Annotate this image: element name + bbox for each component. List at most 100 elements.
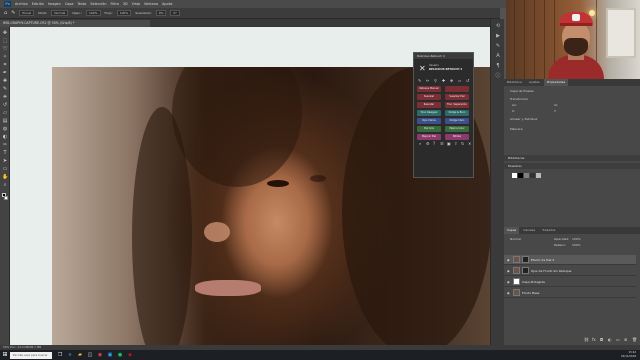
layer-mask-thumbnail[interactable] xyxy=(522,267,529,274)
plugin-button-14[interactable]: Nitidez xyxy=(445,134,469,140)
brush-preset-picker[interactable]: Pincel xyxy=(19,10,35,16)
stamp-icon[interactable]: ⎈ xyxy=(450,78,453,83)
delete-layer-icon[interactable]: 🗑 xyxy=(632,337,637,342)
taskbar-clock[interactable]: 15:42 02/11/2018 xyxy=(621,351,636,358)
quick-select-tool-icon[interactable]: ✧ xyxy=(2,54,8,60)
plugin-button-10[interactable]: Dodge Claro xyxy=(445,118,469,124)
actions-panel-icon[interactable]: ▶ xyxy=(494,33,502,40)
smoothing-input[interactable]: 0% xyxy=(155,10,167,16)
dodge-tool-icon[interactable]: ◐ xyxy=(2,134,8,140)
pen-tool-icon[interactable]: ✑ xyxy=(2,142,8,148)
tab-properties[interactable]: Propiedades xyxy=(543,79,569,86)
menu-window[interactable]: Ventana xyxy=(144,2,158,6)
flow-input[interactable]: 100% xyxy=(116,10,132,16)
link-layers-icon[interactable]: ⛓ xyxy=(584,337,589,342)
photoshop-taskbar-icon[interactable]: ▣ xyxy=(105,350,115,360)
eraser-icon[interactable]: ▱ xyxy=(458,78,461,83)
move-tool-icon[interactable]: ✥ xyxy=(2,30,8,36)
menu-select[interactable]: Selección xyxy=(90,2,106,6)
swatches-header[interactable]: Muestras xyxy=(504,163,640,169)
visibility-eye-icon[interactable]: ◉ xyxy=(507,269,511,273)
help-icon[interactable]: ? xyxy=(433,141,435,146)
layer-opacity-input[interactable]: 100% xyxy=(572,237,581,241)
history-panel-icon[interactable]: ⟲ xyxy=(494,23,502,30)
plugin-button-3[interactable]: Suavizar xyxy=(417,94,441,100)
swatch-white[interactable] xyxy=(512,173,517,178)
close-icon[interactable]: ✕ xyxy=(468,141,471,146)
menu-edit[interactable]: Edición xyxy=(32,2,44,6)
pencil-icon[interactable]: ✏ xyxy=(426,78,429,83)
file-explorer-icon[interactable]: ▰ xyxy=(75,350,85,360)
plugin-button-7[interactable]: Tono Desigual xyxy=(417,110,441,116)
path-select-tool-icon[interactable]: ➤ xyxy=(2,158,8,164)
layer-fill-input[interactable]: 100% xyxy=(572,243,581,247)
reset-icon[interactable]: ↻ xyxy=(461,141,464,146)
fx-icon[interactable]: fx xyxy=(592,337,596,342)
character-panel-icon[interactable]: A xyxy=(494,53,502,60)
dropper-icon[interactable]: ⚲ xyxy=(434,78,437,83)
libraries-header[interactable]: Bibliotecas xyxy=(504,155,640,161)
history-brush-tool-icon[interactable]: ↺ xyxy=(2,102,8,108)
document-tab[interactable]: IMG-GRAPHY-CAPTURE.CR2 @ 50% (Gris/8) * xyxy=(0,20,150,27)
angle-input[interactable]: 0° xyxy=(170,10,180,16)
new-layer-icon[interactable]: ⊞ xyxy=(624,337,627,342)
hand-tool-icon[interactable]: ✋ xyxy=(2,174,8,180)
taskbar-search-input[interactable]: Escribe aquí para buscar xyxy=(10,351,52,359)
task-view-icon[interactable]: ❐ xyxy=(55,350,65,360)
paragraph-panel-icon[interactable]: ¶ xyxy=(494,63,502,70)
adjustment-layer-icon[interactable]: ◐ xyxy=(608,337,612,342)
menu-3d[interactable]: 3D xyxy=(123,2,128,6)
plugin-button-6[interactable]: Frec. Separación xyxy=(445,102,469,108)
plugin-button-5[interactable]: Rescatar xyxy=(417,102,441,108)
plugin-button-11[interactable]: Piel Gris xyxy=(417,126,441,132)
plugin-button-1[interactable]: Retoque Manual xyxy=(417,86,441,92)
add-mask-icon[interactable]: ◘ xyxy=(600,337,603,342)
mode-select[interactable]: Normal xyxy=(51,10,69,16)
windows-start-icon[interactable]: ⊞ xyxy=(0,350,10,360)
visibility-eye-icon[interactable]: ◉ xyxy=(507,291,511,295)
tab-channels[interactable]: Canales xyxy=(520,227,538,234)
menu-help[interactable]: Ayuda xyxy=(162,2,172,6)
crop-tool-icon[interactable]: ⌗ xyxy=(2,62,8,68)
edge-browser-icon[interactable]: e xyxy=(65,350,75,360)
blend-mode-select[interactable]: Normal xyxy=(510,237,521,241)
marquee-tool-icon[interactable]: ⬚ xyxy=(2,38,8,44)
layer-mask-thumbnail[interactable] xyxy=(522,256,529,263)
image-icon[interactable]: ▣ xyxy=(447,141,451,146)
tab-paths[interactable]: Trazados xyxy=(539,227,558,234)
menu-file[interactable]: Archivo xyxy=(15,2,28,6)
new-group-icon[interactable]: ▭ xyxy=(616,337,620,342)
home-icon[interactable]: ⌂ xyxy=(4,10,7,16)
spotify-icon[interactable]: ● xyxy=(115,350,125,360)
layer-row[interactable]: ◉ Efecto de Piel 2 xyxy=(504,255,636,265)
zoom-tool-icon[interactable]: ⌕ xyxy=(2,182,8,188)
app-icon[interactable]: ◆ xyxy=(125,350,135,360)
plugin-button-8[interactable]: Dodge & Burn xyxy=(445,110,469,116)
layer-row[interactable]: ◉ Ojos de Fondo Sin Retoque xyxy=(504,266,636,276)
swatch-darkgray[interactable] xyxy=(530,173,535,178)
tab-library[interactable]: Biblioteca xyxy=(504,79,525,86)
plugin-button-12[interactable]: Mejora Color xyxy=(445,126,469,132)
plugin-button-13[interactable]: Mejorar Piel xyxy=(417,134,441,140)
info-panel-icon[interactable]: ⓘ xyxy=(494,73,502,80)
swatch-black[interactable] xyxy=(518,173,523,178)
eraser-tool-icon[interactable]: ▱ xyxy=(2,110,8,116)
eyedropper-tool-icon[interactable]: ✒ xyxy=(2,70,8,76)
store-icon[interactable]: ◫ xyxy=(85,350,95,360)
plugin-button-2[interactable] xyxy=(445,86,469,92)
lasso-tool-icon[interactable]: ➰ xyxy=(2,46,8,52)
undo-icon[interactable]: ↺ xyxy=(466,78,469,83)
blur-tool-icon[interactable]: ◍ xyxy=(2,126,8,132)
shape-tool-icon[interactable]: ▭ xyxy=(2,166,8,172)
chrome-icon[interactable]: ◉ xyxy=(95,350,105,360)
tab-adjustments[interactable]: Ajustes xyxy=(526,79,543,86)
layer-row[interactable]: ◉ Capa Protegida xyxy=(504,277,636,287)
menu-filter[interactable]: Filtro xyxy=(111,2,119,6)
export-icon[interactable]: ⇪ xyxy=(454,141,457,146)
swatch-lightgray[interactable] xyxy=(536,173,541,178)
plugin-button-4[interactable]: Suavizar Piel xyxy=(445,94,469,100)
heal-icon[interactable]: ✚ xyxy=(442,78,445,83)
type-tool-icon[interactable]: T xyxy=(2,150,8,156)
tab-layers[interactable]: Capas xyxy=(504,227,520,234)
visibility-eye-icon[interactable]: ◉ xyxy=(507,280,511,284)
